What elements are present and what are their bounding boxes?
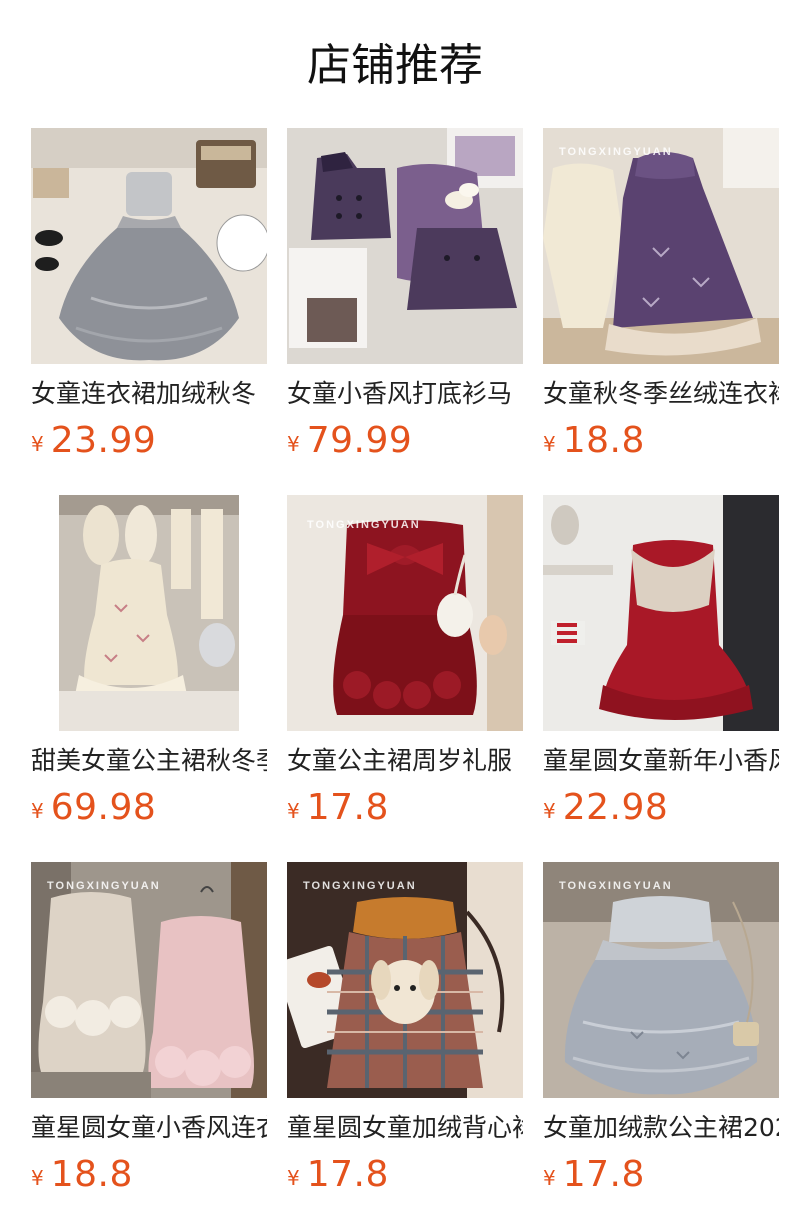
product-name[interactable]: 女童公主裙周岁礼服 xyxy=(287,745,523,777)
product-name[interactable]: 甜美女童公主裙秋冬季 xyxy=(31,745,267,777)
product-price: ¥18.8 xyxy=(31,1154,267,1196)
product-name[interactable]: 童星圆女童加绒背心裙 xyxy=(287,1112,523,1144)
brand-watermark: TONGXINGYUAN xyxy=(559,880,673,892)
product-price: ¥18.8 xyxy=(543,420,779,462)
product-card[interactable]: 女童连衣裙加绒秋冬 ¥23.99 xyxy=(31,128,267,464)
product-card[interactable]: TONGXINGYUAN 女童加绒款公主裙2024 ¥17.8 xyxy=(543,862,779,1198)
product-price: ¥23.99 xyxy=(31,420,267,462)
product-grid: 女童连衣裙加绒秋冬 ¥23.99 女童小香风打底衫马 ¥ 79.99 TONGX… xyxy=(31,128,779,1198)
plaid-puppy-vest-dress-image xyxy=(287,862,523,1098)
product-card[interactable]: 女童小香风打底衫马 ¥79.99 xyxy=(287,128,523,464)
product-name[interactable]: 女童加绒款公主裙2024 xyxy=(543,1112,779,1144)
product-price: ¥17.8 xyxy=(287,787,523,829)
brand-watermark: TONGXINGYUAN xyxy=(303,880,417,892)
product-name[interactable]: 女童小香风打底衫马 xyxy=(287,378,523,410)
price-value: 17.8 xyxy=(306,1154,389,1195)
currency-symbol: ¥ xyxy=(31,799,44,823)
brand-watermark: TONGXINGYUAN xyxy=(47,880,161,892)
currency-symbol: ¥ xyxy=(543,1166,556,1190)
product-name[interactable]: 女童秋冬季丝绒连衣裙 xyxy=(543,378,779,410)
product-image[interactable]: TONGXINGYUAN xyxy=(31,862,267,1098)
product-price: ¥69.98 xyxy=(31,787,267,829)
product-image[interactable]: TONGXINGYUAN xyxy=(287,862,523,1098)
product-name[interactable]: 女童连衣裙加绒秋冬 xyxy=(31,378,267,410)
gray-sequin-tutu-dress-image xyxy=(31,128,267,364)
currency-symbol: ¥ xyxy=(543,799,556,823)
product-image[interactable] xyxy=(31,495,267,731)
price-value: 22.98 xyxy=(562,787,669,828)
product-image[interactable] xyxy=(31,128,267,364)
product-name[interactable]: 童星圆女童新年小香风 xyxy=(543,745,779,777)
product-image[interactable]: TONGXINGYUAN xyxy=(543,862,779,1098)
currency-symbol: ¥ xyxy=(287,1166,300,1190)
currency-symbol: ¥ xyxy=(287,432,300,456)
product-image[interactable] xyxy=(543,495,779,731)
price-value: 18.8 xyxy=(562,420,645,461)
beige-pink-rose-dresses-image xyxy=(31,862,267,1098)
page-title: 店铺推荐 xyxy=(307,40,483,91)
currency-symbol: ¥ xyxy=(31,432,44,456)
purple-velvet-dress-image xyxy=(543,128,779,364)
product-image[interactable] xyxy=(287,128,523,364)
product-price: ¥79.99 xyxy=(287,420,523,462)
cream-fuzzy-dress-image xyxy=(31,495,267,731)
currency-symbol: ¥ xyxy=(31,1166,44,1190)
product-image[interactable]: TONGXINGYUAN xyxy=(543,128,779,364)
purple-vest-skirt-set-image xyxy=(287,128,523,364)
product-card[interactable]: TONGXINGYUAN 女童秋冬季丝绒连衣裙 ¥18.8 xyxy=(543,128,779,464)
price-value: 79.99 xyxy=(306,420,413,461)
red-newyear-dress-image xyxy=(543,495,779,731)
product-card[interactable]: TONGXINGYUAN 童星圆女童小香风连衣裙 ¥18.8 xyxy=(31,862,267,1198)
currency-symbol: ¥ xyxy=(287,799,300,823)
product-price: ¥22.98 xyxy=(543,787,779,829)
price-value: 23.99 xyxy=(50,420,157,461)
product-price: ¥17.8 xyxy=(287,1154,523,1196)
product-name[interactable]: 童星圆女童小香风连衣裙 xyxy=(31,1112,267,1144)
product-card[interactable]: TONGXINGYUAN 女童公主裙周岁礼服 ¥17.8 xyxy=(287,495,523,831)
brand-watermark: TONGXINGYUAN xyxy=(307,519,421,531)
currency-symbol: ¥ xyxy=(543,432,556,456)
price-value: 17.8 xyxy=(562,1154,645,1195)
price-value: 18.8 xyxy=(50,1154,133,1195)
product-price: ¥17.8 xyxy=(543,1154,779,1196)
product-card[interactable]: TONGXINGYUAN 童星圆女童加绒背心裙 ¥17.8 xyxy=(287,862,523,1198)
price-value: 69.98 xyxy=(50,787,157,828)
brand-watermark: TONGXINGYUAN xyxy=(559,146,673,158)
product-card[interactable]: 甜美女童公主裙秋冬季 ¥69.98 xyxy=(31,495,267,831)
blue-gray-tulle-dress-image xyxy=(543,862,779,1098)
product-card[interactable]: 童星圆女童新年小香风 ¥22.98 xyxy=(543,495,779,831)
product-image[interactable]: TONGXINGYUAN xyxy=(287,495,523,731)
price-value: 17.8 xyxy=(306,787,389,828)
